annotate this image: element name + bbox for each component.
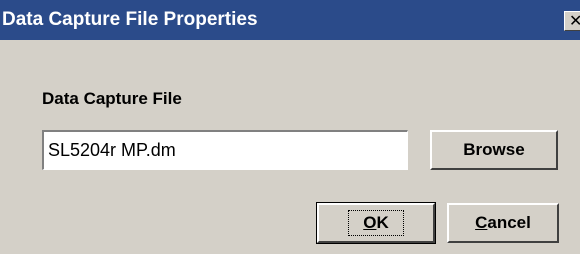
title-bar[interactable]: Data Capture File Properties ✕	[0, 0, 580, 40]
ok-button-label: OK	[348, 210, 404, 236]
properties-dialog: Data Capture File Properties ✕ Data Capt…	[0, 0, 580, 254]
close-icon: ✕	[569, 12, 580, 30]
ok-label-rest: K	[376, 213, 389, 232]
browse-button[interactable]: Browse	[430, 130, 558, 170]
ok-button[interactable]: OK	[316, 202, 436, 244]
cancel-button[interactable]: Cancel	[447, 203, 559, 243]
cancel-label-rest: ancel	[487, 213, 531, 232]
data-capture-file-label: Data Capture File	[42, 89, 182, 108]
data-capture-file-input[interactable]	[42, 130, 408, 170]
cancel-button-label: Cancel	[475, 213, 531, 233]
ok-mnemonic: O	[363, 213, 377, 232]
cancel-mnemonic: C	[475, 213, 488, 232]
close-button[interactable]: ✕	[564, 11, 580, 31]
window-title: Data Capture File Properties	[2, 9, 258, 30]
